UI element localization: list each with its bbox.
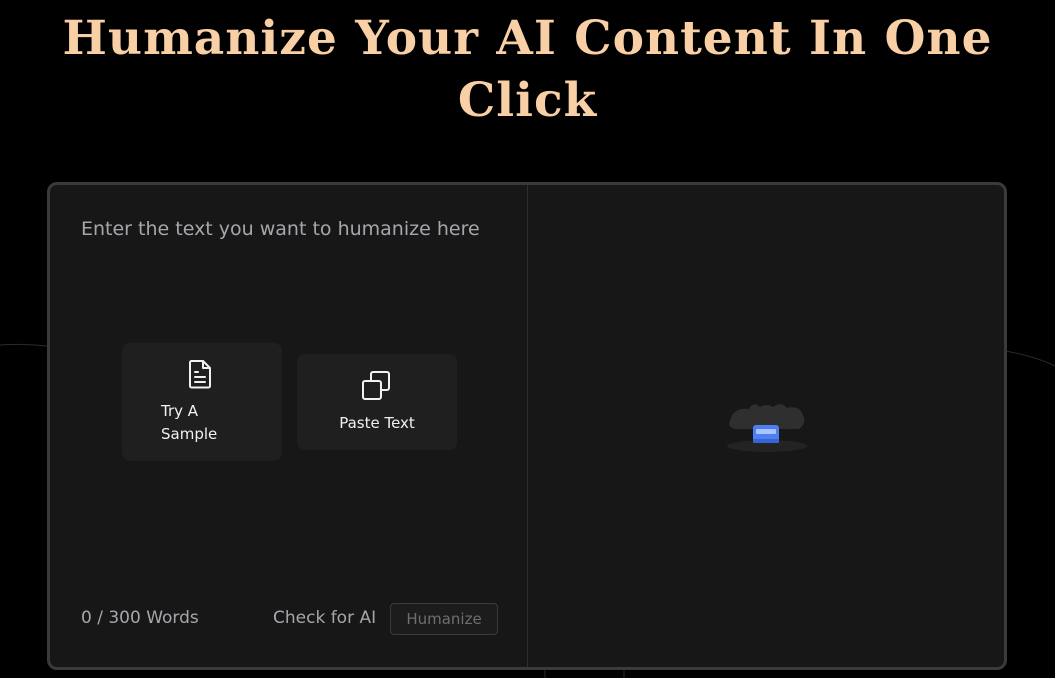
humanizer-panel: Enter the text you want to humanize here… xyxy=(47,182,1007,670)
page-title-line-1: Humanize Your AI Content In One xyxy=(62,11,993,66)
paste-text-label: Paste Text xyxy=(339,414,415,432)
try-sample-label: Try A Sample xyxy=(161,402,218,443)
copy-icon xyxy=(360,370,392,406)
try-sample-button[interactable]: Try A Sample xyxy=(122,343,282,461)
panel-divider xyxy=(527,185,528,667)
page-title-line-2: Click xyxy=(457,73,598,128)
text-input-placeholder[interactable]: Enter the text you want to humanize here xyxy=(81,218,480,240)
paste-text-button[interactable]: Paste Text xyxy=(297,354,457,450)
humanize-button[interactable]: Humanize xyxy=(390,603,498,635)
word-count: 0 / 300 Words xyxy=(81,608,199,628)
document-icon xyxy=(186,359,214,393)
empty-inbox-illustration xyxy=(727,404,807,452)
page-title: Humanize Your AI Content In One Click xyxy=(0,8,1055,132)
check-for-ai-button[interactable]: Check for AI xyxy=(273,608,376,628)
